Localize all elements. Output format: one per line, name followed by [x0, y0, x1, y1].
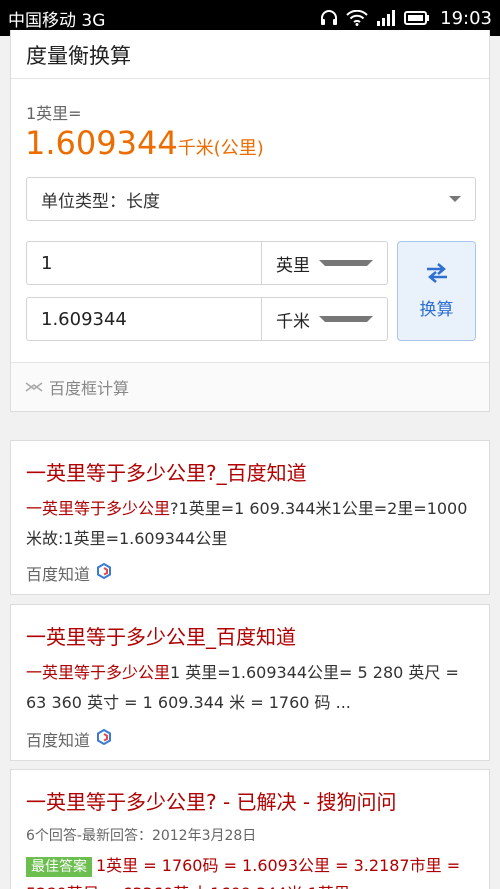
headphones-icon [320, 10, 338, 26]
hexagon-icon [96, 728, 112, 749]
result-source: 百度知道 [26, 727, 112, 751]
convert-label: 换算 [419, 300, 454, 320]
hexagon-icon [96, 562, 112, 583]
swap-arrows-icon [425, 262, 449, 289]
chevron-down-icon [449, 196, 461, 202]
from-row: 英里 [26, 241, 388, 285]
from-unit-label: 英里 [276, 255, 310, 276]
result-value: 1.609344 [25, 124, 178, 162]
result-title-link[interactable]: 一英里等于多少公里?_百度知道 [26, 457, 307, 486]
best-answer-badge: 最佳答案 [26, 857, 92, 877]
search-result[interactable]: 一英里等于多少公里? - 已解决 - 搜狗问问 6个回答-最新回答：2012年3… [10, 769, 490, 889]
to-unit-select[interactable]: 千米 [262, 298, 387, 340]
divider [11, 78, 489, 79]
baidu-box-icon [25, 378, 43, 397]
convert-button[interactable]: 换算 [397, 241, 476, 341]
from-value-input[interactable] [27, 242, 262, 284]
unit-type-select[interactable]: 单位类型：长度 [26, 177, 476, 221]
result-source: 百度知道 [26, 561, 112, 585]
unit-converter-card: 度量衡换算 1英里= 1.609344千米(公里) 单位类型：长度 英里 千米 … [10, 30, 490, 412]
search-result[interactable]: 一英里等于多少公里?_百度知道 一英里等于多少公里?1英里=1 609.344米… [10, 440, 490, 595]
chevron-down-icon [318, 316, 373, 322]
result-snippet: 一英里等于多少公里1 英里=1.609344公里= 5 280 英尺 = 63 … [26, 663, 459, 712]
carrier-label: 中国移动 3G [8, 10, 106, 31]
to-row: 千米 [26, 297, 388, 341]
result-title-link[interactable]: 一英里等于多少公里? - 已解决 - 搜狗问问 [26, 786, 396, 815]
to-value-input[interactable] [27, 298, 262, 340]
converter-title: 度量衡换算 [26, 44, 131, 68]
best-answer: 最佳答案 1英里 = 1760码 = 1.6093公里 = 3.2187市里 = … [26, 852, 478, 889]
footer-label: 百度框计算 [49, 379, 130, 398]
signal-icon [376, 10, 396, 26]
converter-footer: 百度框计算 [25, 375, 129, 399]
to-unit-label: 千米 [276, 311, 310, 332]
result-unit: 千米(公里) [177, 138, 264, 159]
result-title-link[interactable]: 一英里等于多少公里_百度知道 [26, 621, 296, 650]
clock: 19:03 [440, 7, 492, 29]
search-result[interactable]: 一英里等于多少公里_百度知道 一英里等于多少公里1 英里=1.609344公里=… [10, 604, 490, 761]
conversion-source-text: 1英里= [26, 104, 82, 123]
result-meta: 6个回答-最新回答：2012年3月28日 [26, 828, 257, 844]
result-snippet: 一英里等于多少公里?1英里=1 609.344米1公里=2里=1000米故:1英… [26, 499, 468, 548]
chevron-down-icon [318, 260, 373, 266]
battery-icon [404, 11, 430, 25]
wifi-icon [346, 10, 368, 26]
conversion-result: 1.609344千米(公里) [25, 124, 264, 162]
unit-type-label: 单位类型：长度 [41, 191, 160, 212]
from-unit-select[interactable]: 英里 [262, 242, 387, 284]
